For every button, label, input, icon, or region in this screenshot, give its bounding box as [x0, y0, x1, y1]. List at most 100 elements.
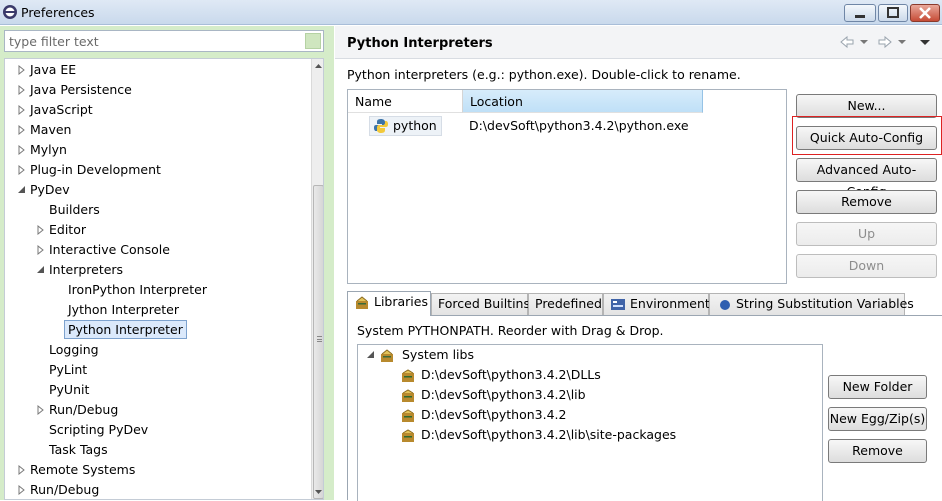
collapsed-twisty-icon[interactable]	[36, 225, 46, 235]
view-menu-icon[interactable]	[919, 35, 931, 49]
tree-item-label: Plug-in Development	[30, 162, 161, 177]
tree-item-label: Maven	[30, 122, 72, 137]
column-header-name[interactable]: Name	[348, 90, 463, 113]
tree-item[interactable]: Scripting PyDev	[5, 420, 305, 440]
new-egg-zip-button[interactable]: New Egg/Zip(s)	[828, 407, 927, 431]
collapsed-twisty-icon[interactable]	[17, 65, 27, 75]
collapsed-twisty-icon[interactable]	[17, 465, 27, 475]
maximize-icon	[887, 7, 899, 18]
tree-item[interactable]: PyUnit	[5, 380, 305, 400]
variables-icon	[720, 300, 730, 310]
back-menu-chevron-icon[interactable]	[859, 35, 869, 49]
tab-environment-label: Environment	[630, 296, 710, 311]
collapsed-twisty-icon[interactable]	[36, 405, 46, 415]
tree-item[interactable]: IronPython Interpreter	[5, 280, 305, 300]
up-button[interactable]: Up	[796, 222, 937, 246]
environment-icon	[611, 299, 625, 310]
tab-environment[interactable]: Environment	[603, 293, 710, 315]
tree-item[interactable]: Interpreters	[5, 260, 305, 280]
tab-forced-builtins[interactable]: Forced Builtins	[431, 293, 530, 315]
quick-auto-config-button[interactable]: Quick Auto-Config	[796, 126, 937, 150]
tree-item-label: Task Tags	[49, 442, 108, 457]
tree-item[interactable]: Jython Interpreter	[5, 300, 305, 320]
scroll-up-icon[interactable]	[312, 59, 324, 73]
tree-item[interactable]: Plug-in Development	[5, 160, 305, 180]
new-folder-button[interactable]: New Folder	[828, 375, 927, 399]
library-jar-icon	[402, 409, 414, 422]
collapsed-twisty-icon[interactable]	[17, 485, 27, 495]
library-jar-icon	[402, 389, 414, 402]
system-libs-tree[interactable]: System libs D:\devSoft\python3.4.2\DLLs D…	[357, 344, 823, 501]
forward-menu-chevron-icon[interactable]	[897, 35, 907, 49]
tree-item-label: JavaScript	[30, 102, 93, 117]
tree-item[interactable]: Editor	[5, 220, 305, 240]
libraries-description: System PYTHONPATH. Reorder with Drag & D…	[357, 323, 664, 338]
tab-string-substitution-variables[interactable]: String Substitution Variables	[709, 293, 914, 315]
new-interpreter-button[interactable]: New...	[796, 94, 937, 118]
collapsed-twisty-icon[interactable]	[17, 105, 27, 115]
interpreters-description: Python interpreters (e.g.: python.exe). …	[347, 67, 741, 82]
interpreters-table[interactable]: Name Location python D:\devSoft\python3.…	[347, 89, 787, 284]
minimize-icon	[855, 15, 865, 18]
expanded-twisty-icon[interactable]	[366, 351, 375, 359]
tree-item[interactable]: Logging	[5, 340, 305, 360]
tree-item[interactable]: Python Interpreter	[5, 320, 305, 340]
interpreter-location[interactable]: D:\devSoft\python3.4.2\python.exe	[469, 117, 689, 135]
back-arrow-icon[interactable]	[839, 35, 855, 49]
remove-library-button[interactable]: Remove	[828, 439, 927, 463]
tree-scrollbar[interactable]	[311, 59, 324, 499]
tree-item[interactable]: Interactive Console	[5, 240, 305, 260]
tree-item[interactable]: Maven	[5, 120, 305, 140]
tree-item[interactable]: PyLint	[5, 360, 305, 380]
tree-item[interactable]: Remote Systems	[5, 460, 305, 480]
tree-item[interactable]: Java Persistence	[5, 80, 305, 100]
collapsed-twisty-icon[interactable]	[17, 125, 27, 135]
tree-item-label: Run/Debug	[30, 482, 100, 497]
tree-item-label: PyDev	[30, 182, 70, 197]
minimize-button[interactable]	[844, 4, 876, 22]
tree-item[interactable]: Run/Debug	[5, 480, 305, 499]
tree-item[interactable]: Run/Debug	[5, 400, 305, 420]
expanded-twisty-icon[interactable]	[17, 185, 27, 195]
advanced-auto-config-button[interactable]: Advanced Auto-Config	[796, 158, 937, 199]
collapsed-twisty-icon[interactable]	[17, 165, 27, 175]
library-path-label: D:\devSoft\python3.4.2\lib\site-packages	[421, 427, 677, 442]
tree-item[interactable]: Java EE	[5, 60, 305, 80]
tab-predefined[interactable]: Predefined	[528, 293, 603, 315]
tree-item-label: Java Persistence	[30, 82, 132, 97]
tab-libraries[interactable]: Libraries	[347, 291, 431, 316]
library-path-label: D:\devSoft\python3.4.2\DLLs	[421, 367, 601, 382]
interpreter-name: python	[393, 118, 437, 133]
maximize-button[interactable]	[878, 4, 908, 22]
column-header-location[interactable]: Location	[463, 90, 703, 113]
tree-item-label: Run/Debug	[49, 402, 119, 417]
library-path-label: D:\devSoft\python3.4.2\lib	[421, 387, 586, 402]
scroll-down-icon[interactable]	[312, 485, 324, 499]
forward-arrow-icon[interactable]	[877, 35, 893, 49]
interpreter-tabs: Libraries Forced Builtins Predefined Env…	[347, 291, 942, 316]
expanded-twisty-icon[interactable]	[36, 265, 46, 275]
tree-item[interactable]: Task Tags	[5, 440, 305, 460]
tree-item[interactable]: Mylyn	[5, 140, 305, 160]
libraries-icon	[381, 349, 393, 362]
clear-filter-icon[interactable]	[305, 33, 321, 49]
tree-item-label: Interactive Console	[49, 242, 170, 257]
libraries-icon	[356, 296, 368, 309]
scrollbar-thumb[interactable]	[313, 185, 323, 499]
filter-input[interactable]	[7, 32, 299, 50]
tab-libraries-label: Libraries	[374, 294, 428, 309]
tree-item-label: PyUnit	[49, 382, 90, 397]
collapsed-twisty-icon[interactable]	[17, 145, 27, 155]
tree-item[interactable]: PyDev	[5, 180, 305, 200]
close-button[interactable]	[910, 4, 940, 22]
down-button[interactable]: Down	[796, 254, 937, 278]
tree-item-label: Logging	[49, 342, 99, 357]
interpreter-name-cell[interactable]: python	[369, 116, 442, 136]
collapsed-twisty-icon[interactable]	[17, 85, 27, 95]
collapsed-twisty-icon[interactable]	[36, 245, 46, 255]
tree-item[interactable]: Builders	[5, 200, 305, 220]
tree-item[interactable]: JavaScript	[5, 100, 305, 120]
tree-item-label: Java EE	[30, 62, 77, 77]
remove-interpreter-button[interactable]: Remove	[796, 190, 937, 214]
library-path-label: D:\devSoft\python3.4.2	[421, 407, 567, 422]
